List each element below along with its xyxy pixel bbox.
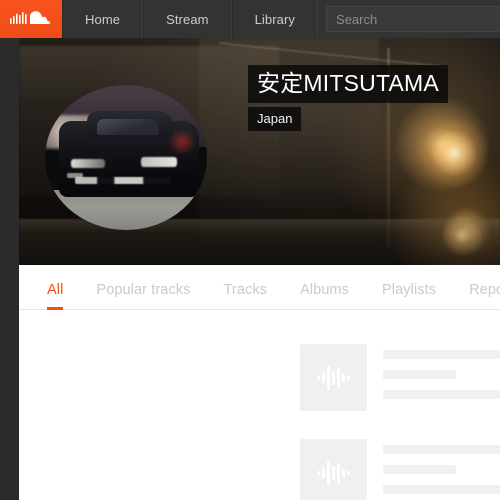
placeholder-line <box>383 350 500 359</box>
profile-avatar[interactable] <box>45 85 207 230</box>
tab-playlists-label: Playlists <box>382 282 437 298</box>
waveform-icon <box>315 363 353 393</box>
profile-tab-bar: All Popular tracks Tracks Albums Playlis… <box>19 265 500 310</box>
tab-reposts[interactable]: Reposts <box>469 282 500 309</box>
profile-banner: 安定MITSUTAMA Japan <box>19 38 500 265</box>
banner-street-lamp-icon <box>419 118 489 188</box>
avatar-car-grille <box>75 177 171 184</box>
profile-content-column: 安定MITSUTAMA Japan All Popular tracks Tra… <box>19 38 500 500</box>
search-input[interactable] <box>326 6 500 32</box>
top-navigation-bar: Home Stream Library <box>0 0 500 38</box>
tab-playlists[interactable]: Playlists <box>382 282 436 309</box>
tab-albums-label: Albums <box>300 282 350 298</box>
tab-all-label: All <box>47 282 64 298</box>
placeholder-line <box>383 370 456 379</box>
avatar-car-windshield <box>97 119 159 135</box>
tab-reposts-label: Reposts <box>469 282 500 298</box>
nav-item-stream[interactable]: Stream <box>143 0 232 38</box>
tab-albums[interactable]: Albums <box>300 282 349 309</box>
soundcloud-logo-button[interactable] <box>0 0 62 38</box>
soundcloud-logo-icon <box>10 10 52 28</box>
avatar-fog-light-left <box>67 173 83 178</box>
profile-location: Japan <box>248 107 302 131</box>
tab-popular-tracks-label: Popular tracks <box>96 282 191 298</box>
page-frame: 安定MITSUTAMA Japan All Popular tracks Tra… <box>0 38 500 500</box>
nav-item-library[interactable]: Library <box>231 0 319 38</box>
tab-popular-tracks[interactable]: Popular tracks <box>96 282 190 309</box>
tab-tracks-label: Tracks <box>223 282 268 298</box>
nav-item-stream-label: Stream <box>166 11 209 27</box>
tab-all[interactable]: All <box>47 282 64 310</box>
track-artwork-placeholder <box>300 439 367 500</box>
placeholder-line <box>383 485 500 494</box>
track-artwork-placeholder <box>300 344 367 411</box>
waveform-icon <box>315 458 353 488</box>
nav-item-home[interactable]: Home <box>62 0 144 38</box>
track-text-placeholder <box>383 344 500 399</box>
placeholder-line <box>383 390 500 399</box>
list-item <box>19 439 500 500</box>
avatar-headlight-right <box>141 157 177 167</box>
profile-display-name: 安定MITSUTAMA <box>248 65 448 103</box>
list-item <box>19 344 500 411</box>
content-placeholder-list <box>19 310 500 500</box>
nav-item-home-label: Home <box>85 11 121 27</box>
nav-item-library-label: Library <box>254 11 296 27</box>
avatar-red-taillight-glow <box>165 131 199 153</box>
placeholder-line <box>383 465 456 474</box>
placeholder-line <box>383 445 500 454</box>
tab-tracks[interactable]: Tracks <box>224 282 268 309</box>
track-text-placeholder <box>383 439 500 494</box>
avatar-headlight-left <box>71 159 105 168</box>
search-container <box>318 0 500 38</box>
